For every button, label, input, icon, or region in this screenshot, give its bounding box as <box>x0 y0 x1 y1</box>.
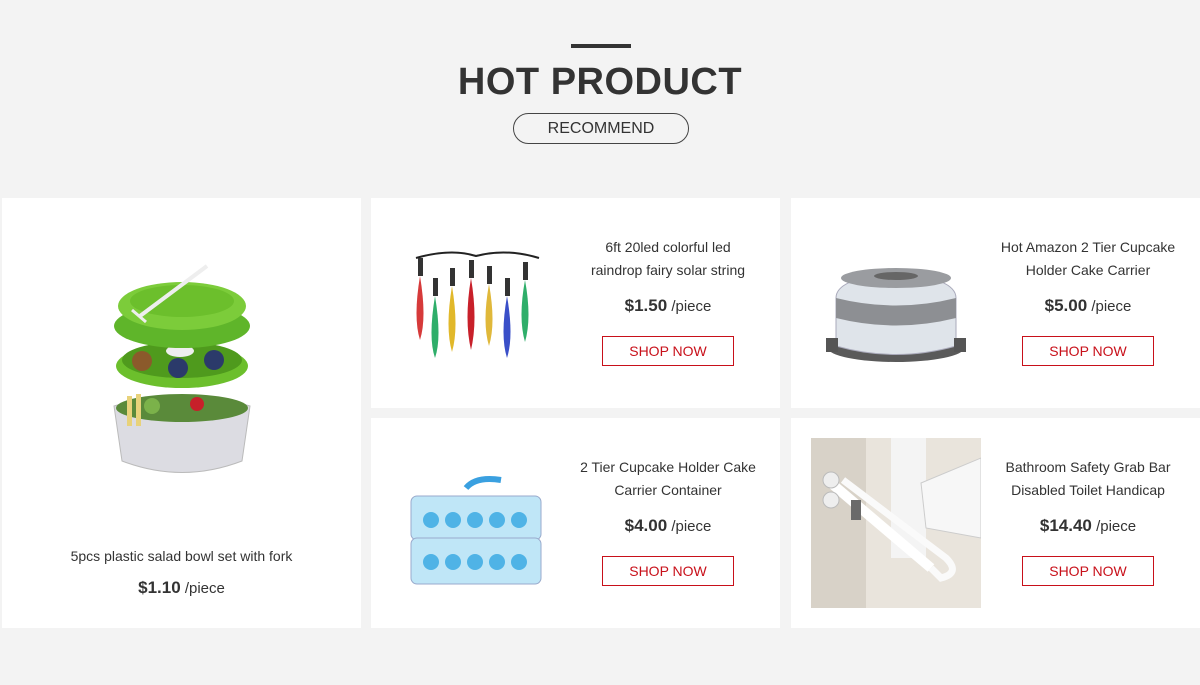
product-title-line: Bathroom Safety Grab Bar <box>1005 459 1171 475</box>
price-unit: /piece <box>1096 518 1137 535</box>
product-price: $4.00 /piece <box>567 516 769 536</box>
product-card[interactable]: 6ft 20led colorful led raindrop fairy so… <box>371 198 780 408</box>
product-title[interactable]: Bathroom Safety Grab Bar Disabled Toilet… <box>987 456 1189 502</box>
price-amount: $14.40 <box>1039 516 1092 535</box>
fairy-lights-image <box>415 251 540 358</box>
product-title[interactable]: 2 Tier Cupcake Holder Cake Carrier Conta… <box>567 456 769 502</box>
price-unit: /piece <box>671 298 712 315</box>
product-title-line: Hot Amazon 2 Tier Cupcake <box>1000 239 1176 255</box>
recommend-pill[interactable]: RECOMMEND <box>513 113 689 144</box>
product-price: $14.40 /piece <box>987 516 1189 536</box>
featured-product-price: $1.10 /piece <box>2 578 361 598</box>
cake-carrier-image <box>826 268 966 362</box>
shop-now-button[interactable]: SHOP NOW <box>602 336 734 366</box>
price-amount: $5.00 <box>1044 296 1088 315</box>
price-amount: $1.50 <box>624 296 668 315</box>
price-amount: $1.10 <box>138 578 181 597</box>
product-info: Hot Amazon 2 Tier Cupcake Holder Cake Ca… <box>987 198 1189 408</box>
shop-now-button[interactable]: SHOP NOW <box>1022 336 1154 366</box>
product-title-line: raindrop fairy solar string <box>590 262 746 278</box>
featured-product-title[interactable]: 5pcs plastic salad bowl set with fork <box>2 548 361 564</box>
product-info: 6ft 20led colorful led raindrop fairy so… <box>567 198 769 408</box>
product-title-line: 2 Tier Cupcake Holder Cake <box>580 459 756 475</box>
product-price: $5.00 /piece <box>987 296 1189 316</box>
price-unit: /piece <box>184 580 225 597</box>
product-card[interactable]: 2 Tier Cupcake Holder Cake Carrier Conta… <box>371 418 780 628</box>
hot-product-section: HOT PRODUCT RECOMMEND 5pcs plastic salad… <box>0 0 1200 685</box>
section-title: HOT PRODUCT <box>457 61 743 103</box>
featured-product-card[interactable]: 5pcs plastic salad bowl set with fork $1… <box>2 198 361 628</box>
price-unit: /piece <box>671 518 712 535</box>
product-title-line: 6ft 20led colorful led <box>605 239 731 255</box>
product-title[interactable]: Hot Amazon 2 Tier Cupcake Holder Cake Ca… <box>987 236 1189 282</box>
title-accent-bar <box>571 44 631 48</box>
product-price: $1.50 /piece <box>567 296 769 316</box>
product-info: Bathroom Safety Grab Bar Disabled Toilet… <box>987 418 1189 628</box>
product-info: 2 Tier Cupcake Holder Cake Carrier Conta… <box>567 418 769 628</box>
shop-now-button[interactable]: SHOP NOW <box>1022 556 1154 586</box>
product-title[interactable]: 6ft 20led colorful led raindrop fairy so… <box>567 236 769 282</box>
grab-bar-image <box>811 438 981 608</box>
salad-bowl-image <box>113 264 251 473</box>
product-title-line: Holder Cake Carrier <box>1025 262 1151 278</box>
cupcake-container-image <box>410 476 542 585</box>
price-unit: /piece <box>1091 298 1132 315</box>
shop-now-button[interactable]: SHOP NOW <box>602 556 734 586</box>
product-title-line: Disabled Toilet Handicap <box>1011 482 1165 498</box>
product-title-line: Carrier Container <box>614 482 722 498</box>
price-amount: $4.00 <box>624 516 668 535</box>
product-card[interactable]: Hot Amazon 2 Tier Cupcake Holder Cake Ca… <box>791 198 1200 408</box>
product-card[interactable]: Bathroom Safety Grab Bar Disabled Toilet… <box>791 418 1200 628</box>
